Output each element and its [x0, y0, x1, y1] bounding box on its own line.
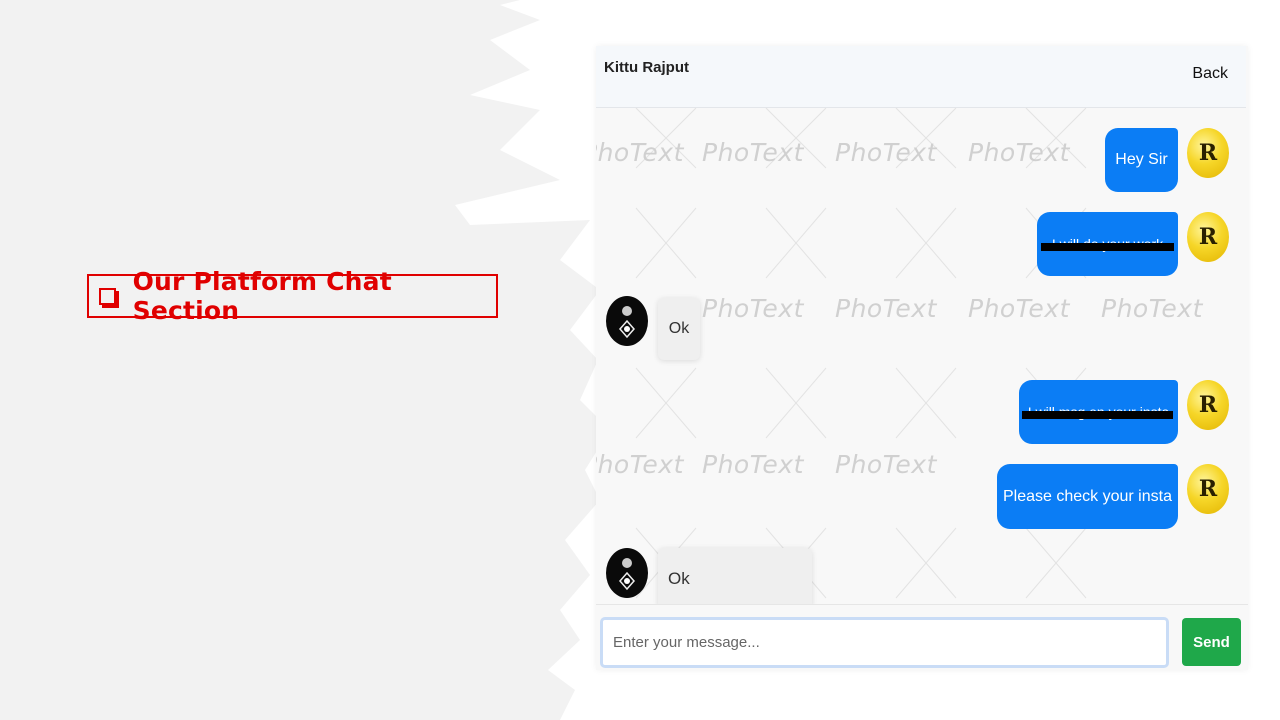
chat-window: PhoText PhoText PhoText PhoText PhoText …: [596, 46, 1248, 670]
contact-name: Kittu Rajput: [604, 59, 689, 76]
section-heading-box: Our Platform Chat Section: [87, 267, 498, 325]
incoming-message: Ok: [658, 548, 812, 610]
message-input[interactable]: [600, 617, 1169, 668]
outgoing-message: Hey Sir: [1105, 128, 1178, 192]
section-heading: Our Platform Chat Section: [132, 267, 392, 325]
contact-avatar: [606, 548, 648, 598]
user-avatar: R: [1187, 464, 1229, 514]
watermark-text: PhoText: [702, 294, 804, 323]
user-avatar: R: [1187, 212, 1229, 262]
message-text: Ok: [668, 320, 690, 337]
avatar-letter: R: [1198, 392, 1218, 418]
contact-avatar-icon: [619, 306, 635, 339]
message-text: Ok: [668, 569, 690, 588]
watermark-text: PhoText: [835, 450, 937, 479]
message-text: Please check your insta: [1003, 487, 1172, 505]
user-avatar: R: [1187, 128, 1229, 178]
avatar-letter: R: [1198, 224, 1218, 250]
outgoing-message: Please check your insta: [997, 464, 1178, 529]
avatar-letter: R: [1198, 476, 1218, 502]
watermark-text: PhoText: [702, 450, 804, 479]
checkbox-bullet-icon: [99, 287, 119, 308]
watermark-text: PhoText: [968, 294, 1070, 323]
avatar-letter: R: [1198, 140, 1218, 166]
contact-avatar-icon: [619, 558, 635, 591]
back-button[interactable]: Back: [1192, 65, 1228, 83]
contact-avatar: [606, 296, 648, 346]
send-button[interactable]: Send: [1182, 618, 1241, 666]
watermark-text: PhoText: [1101, 294, 1203, 323]
watermark-text: PhoText: [596, 450, 684, 479]
incoming-message: Ok: [658, 298, 700, 360]
watermark-text: PhoText: [835, 294, 937, 323]
redaction-bar: [1022, 411, 1173, 419]
watermark-text: PhoText: [702, 138, 804, 167]
redaction-bar: [1041, 243, 1174, 251]
message-composer: Send: [596, 604, 1248, 670]
message-text: Hey Sir: [1115, 151, 1168, 168]
watermark-text: PhoText: [835, 138, 937, 167]
watermark-text: PhoText: [596, 138, 684, 167]
watermark-text: PhoText: [968, 138, 1070, 167]
user-avatar: R: [1187, 380, 1229, 430]
chat-header: Kittu Rajput Back: [596, 46, 1246, 108]
